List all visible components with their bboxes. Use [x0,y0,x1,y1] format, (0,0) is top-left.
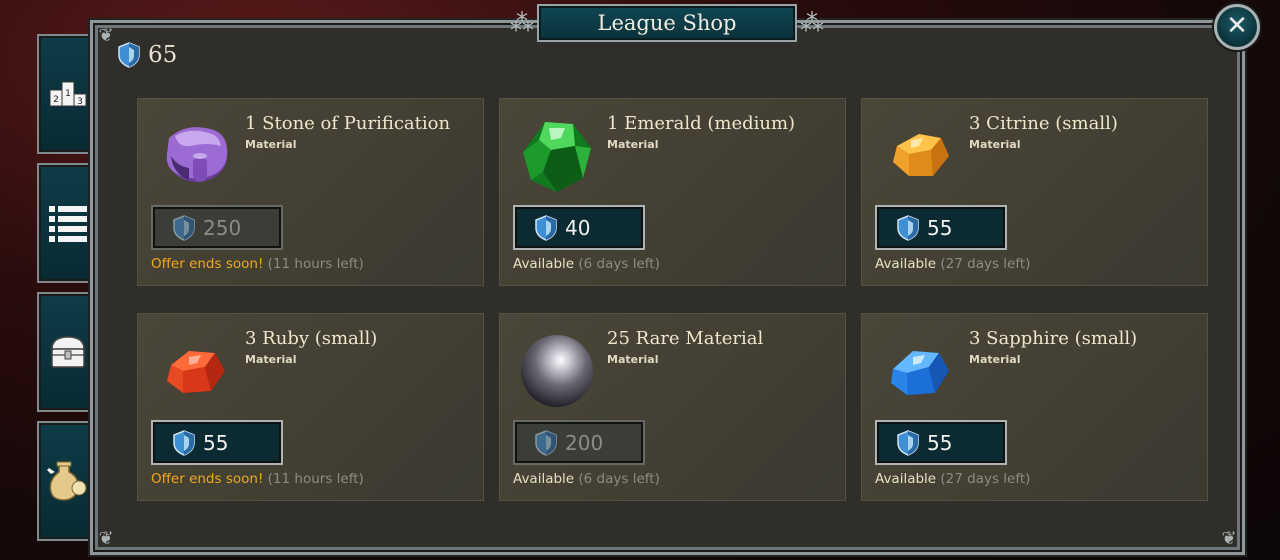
currency-amount: 65 [148,42,178,68]
buy-button[interactable]: 40 [513,205,645,250]
availability-label: Offer ends soon! [151,256,264,272]
availability-label: Available [513,256,575,272]
item-availability: Available (6 days left) [513,256,660,272]
svg-text:2: 2 [53,95,59,105]
page-title: League Shop [537,4,797,42]
citrine-icon [879,116,959,196]
buy-button[interactable]: 55 [875,205,1007,250]
shop-item-card: 1 Emerald (medium) Material 40 Available… [499,98,846,286]
ruby-icon [155,331,235,411]
time-left: (27 days left) [940,471,1031,487]
item-price: 40 [565,215,591,240]
item-name: 3 Ruby (small) [245,328,378,349]
time-left: (6 days left) [578,471,660,487]
item-type: Material [607,353,659,366]
list-icon [49,206,87,242]
shop-item-card: 1 Stone of Purification Material 250 Off… [137,98,484,286]
item-name: 3 Sapphire (small) [969,328,1138,349]
item-type: Material [969,138,1021,151]
time-left: (11 hours left) [267,256,364,272]
availability-label: Available [513,471,575,487]
league-shield-icon [118,42,140,68]
stone-of-purification-icon [155,116,235,196]
league-shield-icon [897,429,919,456]
item-type: Material [969,353,1021,366]
rewards-chest-tab[interactable] [37,292,97,412]
league-shield-icon [897,214,919,241]
league-shield-icon [535,429,557,456]
buy-button[interactable]: 55 [151,420,283,465]
league-shield-icon [173,214,195,241]
item-type: Material [245,353,297,366]
item-type: Material [245,138,297,151]
title-right-ornament: ⁂ [800,9,824,37]
title-left-ornament: ⁂ [510,9,534,37]
item-price: 55 [927,215,953,240]
buy-button[interactable]: 250 [151,205,283,250]
item-availability: Available (27 days left) [875,471,1030,487]
item-price: 55 [203,430,229,455]
shop-item-card: 25 Rare Material Material 200 Available … [499,313,846,501]
corner-ornament: ❦ [1221,528,1237,549]
league-shield-icon [173,429,195,456]
item-availability: Offer ends soon! (11 hours left) [151,471,364,487]
emerald-icon [517,116,597,196]
rare-material-orb-icon [517,331,597,411]
time-left: (11 hours left) [267,471,364,487]
item-price: 250 [203,215,242,240]
sapphire-icon [879,331,959,411]
item-name: 1 Stone of Purification [245,113,451,134]
item-name: 1 Emerald (medium) [607,113,796,134]
corner-ornament: ❦ [98,528,114,549]
svg-text:1: 1 [65,89,71,99]
league-shield-icon [535,214,557,241]
availability-label: Available [875,256,937,272]
time-left: (27 days left) [940,256,1031,272]
currency-balance: 65 [118,40,177,70]
close-button[interactable]: ✕ [1214,4,1260,50]
potion-icon [47,461,87,501]
corner-ornament: ❦ [98,25,114,46]
time-left: (6 days left) [578,256,660,272]
buy-button[interactable]: 55 [875,420,1007,465]
shop-item-card: 3 Citrine (small) Material 55 Available … [861,98,1208,286]
item-name: 25 Rare Material [607,328,764,349]
podium-icon: 1 2 3 [49,81,87,107]
chest-icon [51,336,85,368]
item-availability: Available (27 days left) [875,256,1030,272]
item-price: 200 [565,430,604,455]
item-name: 3 Citrine (small) [969,113,1118,134]
svg-text:3: 3 [77,97,83,107]
shop-item-card: 3 Ruby (small) Material 55 Offer ends so… [137,313,484,501]
item-type: Material [607,138,659,151]
availability-label: Available [875,471,937,487]
shop-item-card: 3 Sapphire (small) Material 55 Available… [861,313,1208,501]
item-availability: Offer ends soon! (11 hours left) [151,256,364,272]
availability-label: Offer ends soon! [151,471,264,487]
rankings-list-tab[interactable] [37,163,97,283]
shop-tab[interactable] [37,421,97,541]
item-availability: Available (6 days left) [513,471,660,487]
leaderboard-tab[interactable]: 1 2 3 [37,34,97,154]
item-price: 55 [927,430,953,455]
buy-button[interactable]: 200 [513,420,645,465]
